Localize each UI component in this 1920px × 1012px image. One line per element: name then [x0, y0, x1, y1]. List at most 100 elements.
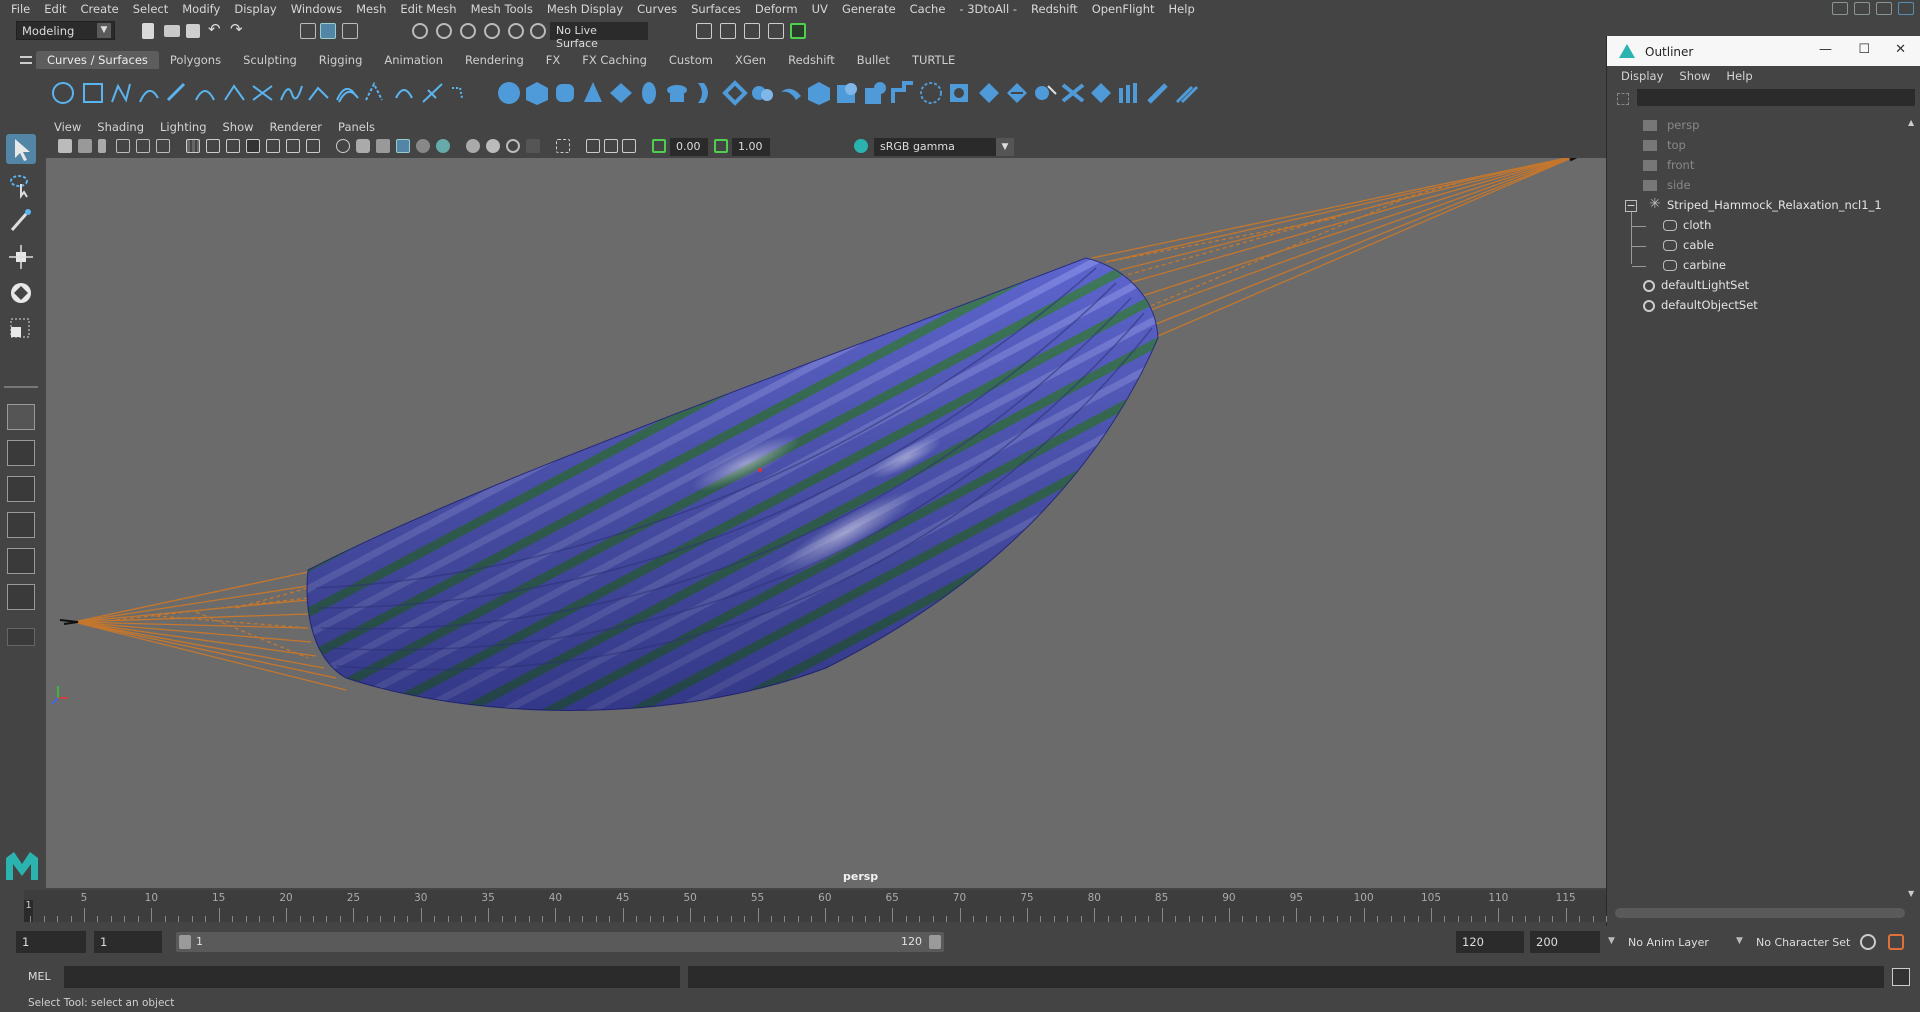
scroll-up-icon[interactable]: ▲ [1908, 118, 1914, 127]
tab-custom[interactable]: Custom [657, 51, 724, 69]
workspace-icon[interactable] [1832, 2, 1848, 15]
menu-mesh-tools[interactable]: Mesh Tools [464, 2, 540, 16]
undo-icon[interactable]: ↶ [208, 20, 224, 38]
snap-surface-icon[interactable] [508, 23, 524, 39]
toggle-toolsettings-icon[interactable] [1898, 2, 1914, 15]
two-d-pan-zoom-icon[interactable] [136, 139, 150, 153]
time-slider[interactable]: 1 5 10 15 20 25 30 35 40 45 50 55 60 65 70 75 80 85 90 95 1… [24, 890, 1608, 922]
smooth-shade-icon[interactable] [356, 139, 370, 153]
persp-outliner-layout-icon[interactable] [7, 476, 35, 502]
minimize-icon[interactable]: — [1819, 42, 1832, 57]
field-chart-icon[interactable] [266, 139, 280, 153]
snap-curve-icon[interactable] [436, 23, 452, 39]
tab-fx[interactable]: FX [534, 51, 572, 69]
render-settings-icon[interactable] [696, 23, 712, 39]
open-scene-icon[interactable] [164, 25, 180, 37]
tab-curves-surfaces[interactable]: Curves / Surfaces [36, 51, 159, 69]
scene-start-field[interactable]: 1 [16, 931, 86, 953]
panel-menu-panels[interactable]: Panels [330, 118, 383, 134]
attach-curves-icon[interactable] [222, 80, 248, 106]
paint-select-tool-icon[interactable] [6, 206, 36, 236]
safe-title-icon[interactable] [306, 139, 320, 153]
untrim-icon[interactable] [976, 80, 1002, 106]
menu-help[interactable]: Help [1162, 2, 1202, 16]
boundary-icon[interactable] [806, 80, 832, 106]
revolve-icon[interactable] [664, 80, 690, 106]
bookmarks-icon[interactable] [98, 139, 106, 153]
menu-select[interactable]: Select [126, 2, 175, 16]
bevel-icon[interactable] [862, 80, 888, 106]
menu-surfaces[interactable]: Surfaces [684, 2, 748, 16]
gate-mask-icon[interactable] [246, 139, 260, 153]
image-plane-icon[interactable] [116, 139, 130, 153]
menu-uv[interactable]: UV [805, 2, 835, 16]
panel-menu-lighting[interactable]: Lighting [152, 118, 214, 134]
menu-curves[interactable]: Curves [630, 2, 684, 16]
custom-layout-icon[interactable] [7, 584, 35, 610]
range-start-handle[interactable] [179, 935, 191, 949]
camera-attributes-icon[interactable] [78, 139, 92, 153]
view-transform-dropdown[interactable]: sRGB gamma ▼ [874, 138, 1014, 156]
select-camera-icon[interactable] [58, 139, 72, 153]
select-component-icon[interactable] [342, 23, 358, 39]
safe-action-icon[interactable] [286, 139, 300, 153]
tab-turtle[interactable]: TURTLE [900, 51, 967, 69]
menu-mesh[interactable]: Mesh [349, 2, 393, 16]
new-scene-icon[interactable] [142, 23, 154, 39]
anim-prefs-icon[interactable] [1888, 934, 1904, 950]
curve-editing-icon[interactable] [420, 80, 446, 106]
gamma-field[interactable]: 1.00 [732, 138, 770, 156]
shelf-menu-icon[interactable] [20, 56, 32, 64]
close-icon[interactable]: ✕ [1895, 42, 1906, 57]
nurbs-cylinder-icon[interactable] [552, 80, 578, 106]
collapse-icon[interactable]: − [1625, 200, 1637, 212]
persp-hypershade-layout-icon[interactable] [7, 548, 35, 574]
script-editor-icon[interactable] [1892, 968, 1910, 986]
exposure-icon[interactable] [652, 139, 666, 153]
outliner-hscrollbar[interactable] [1615, 908, 1905, 918]
nurbs-plane-icon[interactable] [608, 80, 634, 106]
outliner-menu-help[interactable]: Help [1718, 66, 1760, 86]
toolbox-more-icon[interactable] [7, 628, 35, 646]
snap-vertex-icon[interactable] [530, 23, 546, 39]
live-surface-field[interactable]: No Live Surface [550, 22, 648, 50]
toggle-outliner-icon[interactable] [1854, 2, 1870, 15]
toggle-channelbox-icon[interactable] [1876, 2, 1892, 15]
snap-point-icon[interactable] [460, 23, 476, 39]
scene-end-field[interactable]: 200 [1530, 931, 1600, 953]
menu-create[interactable]: Create [74, 2, 126, 16]
tab-xgen[interactable]: XGen [723, 51, 778, 69]
align-surfaces-icon[interactable] [1060, 80, 1086, 106]
nurbs-cone-icon[interactable] [580, 80, 606, 106]
nurbs-cube-icon[interactable] [524, 80, 550, 106]
menu-generate[interactable]: Generate [835, 2, 903, 16]
textured-icon[interactable] [396, 139, 410, 153]
film-gate-icon[interactable] [206, 139, 220, 153]
tab-redshift[interactable]: Redshift [777, 51, 846, 69]
xray-joints-icon[interactable] [604, 139, 618, 153]
nurbs-sphere-icon[interactable] [496, 80, 522, 106]
render-view-icon[interactable] [768, 23, 784, 39]
rotate-tool-icon[interactable] [6, 278, 36, 308]
chevron-down-icon[interactable]: ▼ [1608, 936, 1615, 946]
square-surface-icon[interactable] [834, 80, 860, 106]
xray-components-icon[interactable] [622, 139, 636, 153]
anim-layer-dropdown[interactable]: No Anim Layer [1628, 936, 1709, 949]
snap-view-plane-icon[interactable] [484, 23, 500, 39]
birail-icon[interactable] [778, 80, 804, 106]
menu-cache[interactable]: Cache [903, 2, 953, 16]
menu-3dtoall[interactable]: - 3DtoAll - [952, 2, 1024, 16]
chevron-down-icon[interactable]: ▼ [1736, 936, 1743, 946]
auto-key-icon[interactable] [1860, 934, 1876, 950]
wireframe-icon[interactable] [336, 139, 350, 153]
ep-curve-tool-icon[interactable] [136, 80, 162, 106]
menuset-dropdown[interactable]: Modeling ▼ [16, 21, 115, 40]
panel-menu-show[interactable]: Show [215, 118, 262, 134]
surface-editing-icon[interactable] [1174, 80, 1200, 106]
add-points-icon[interactable] [392, 80, 418, 106]
shadows-icon[interactable] [436, 139, 450, 153]
tab-rigging[interactable]: Rigging [307, 51, 374, 69]
playback-start-field[interactable]: 1 [94, 931, 162, 953]
attach-surfaces-icon[interactable] [1004, 80, 1030, 106]
command-input[interactable] [64, 966, 680, 988]
